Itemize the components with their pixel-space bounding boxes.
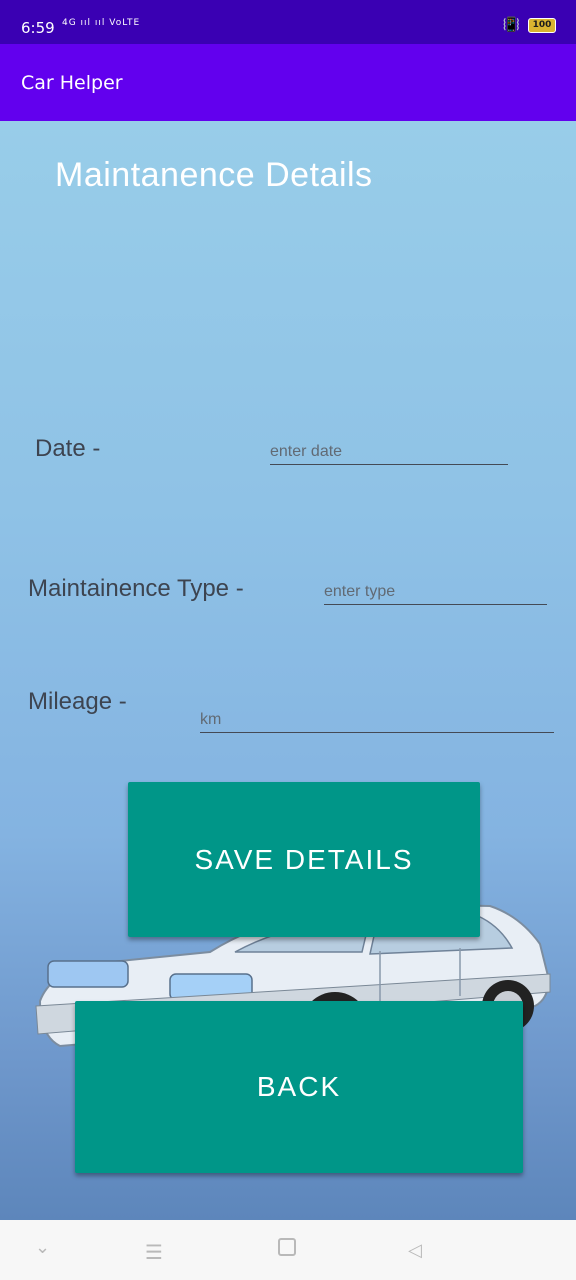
back-triangle-icon[interactable]: ◁ — [408, 1240, 422, 1261]
status-icons: 📳 100 — [503, 17, 556, 33]
battery-icon: 100 — [528, 17, 556, 33]
navigation-bar: ⌄ ☰ ◁ — [0, 1220, 576, 1280]
signal-icon: 4G ııl ııl VoLTE — [62, 18, 141, 28]
maintenance-type-label: Maintainence Type - — [28, 575, 244, 602]
status-time: 6:59 — [21, 19, 55, 37]
mileage-input[interactable] — [200, 711, 554, 733]
date-label: Date - — [35, 435, 101, 462]
chevron-down-icon[interactable]: ⌄ — [35, 1237, 50, 1258]
app-title: Car Helper — [21, 72, 123, 94]
back-button[interactable]: BACK — [75, 1001, 523, 1173]
app-bar: Car Helper — [0, 44, 576, 121]
maintenance-type-input[interactable] — [324, 583, 547, 605]
mileage-label: Mileage - — [28, 688, 127, 715]
save-details-button[interactable]: SAVE DETAILS — [128, 782, 480, 937]
date-input[interactable] — [270, 443, 508, 465]
page-title: Maintanence Details — [55, 156, 373, 194]
status-bar: 6:59 4G ııl ııl VoLTE 📳 100 — [0, 0, 576, 44]
home-icon[interactable] — [278, 1238, 296, 1256]
vibrate-icon: 📳 — [502, 17, 520, 33]
main-content: Maintanence Details Date - Maintainence … — [0, 121, 576, 1220]
menu-icon[interactable]: ☰ — [145, 1240, 163, 1264]
